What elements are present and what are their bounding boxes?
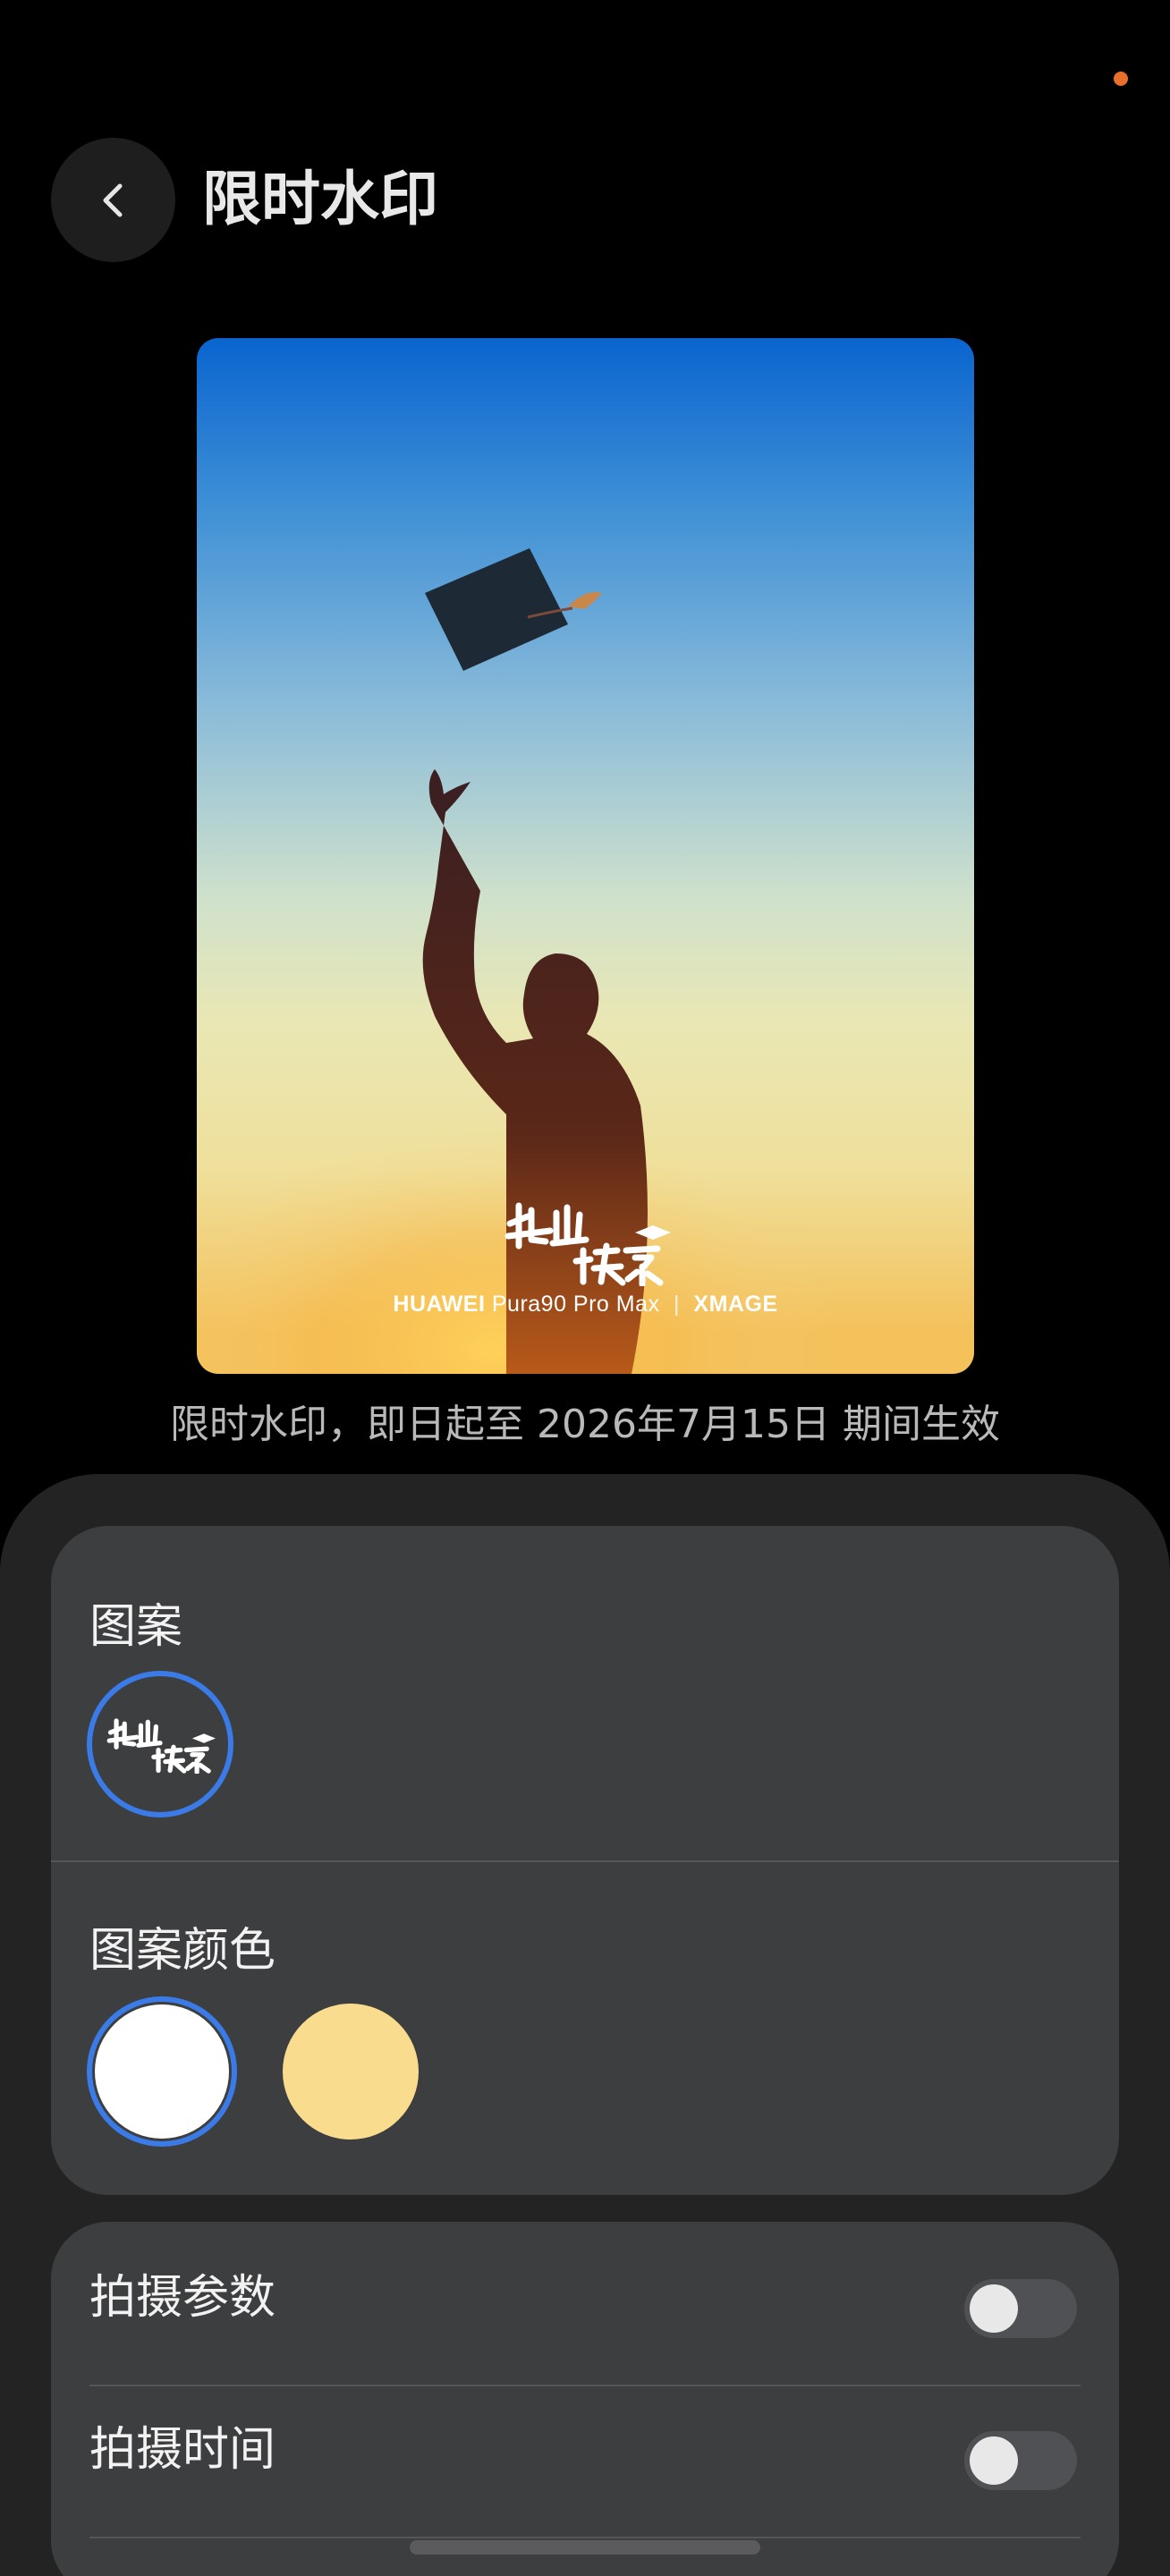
setting-label-shooting-time: 拍摄时间: [89, 2423, 276, 2477]
watermark-preview-image: HUAWEI Pura90 Pro Max | XMAGE: [197, 338, 974, 1374]
graduation-pattern-icon: [106, 1718, 216, 1774]
pattern-section-label: 图案: [89, 1600, 183, 1654]
status-indicator-dot: [1114, 72, 1128, 86]
color-option-white[interactable]: [87, 1996, 237, 2147]
color-swatch-white: [95, 2004, 229, 2139]
color-section-label: 图案颜色: [89, 1924, 276, 1978]
home-indicator-bar[interactable]: [410, 2540, 760, 2555]
chevron-left-icon: [103, 183, 122, 216]
page-title: 限时水印: [202, 165, 438, 233]
color-option-yellow[interactable]: [283, 2004, 419, 2140]
setting-row-shooting-params[interactable]: 拍摄参数: [51, 2222, 1119, 2374]
setting-row-shooting-time[interactable]: 拍摄时间: [51, 2386, 1119, 2538]
watermark-settings-screen: 限时水印 HUAWEI Pura90 Pro Max | XMAGE 限时水印，…: [0, 0, 1170, 2576]
toggle-knob: [970, 2284, 1018, 2333]
caption-xmage: XMAGE: [693, 1292, 778, 1317]
settings-row-divider-bottom: [89, 2537, 1081, 2538]
pattern-option-inner: [98, 1682, 223, 1807]
watermark-logo: [197, 1197, 974, 1290]
caption-brand: HUAWEI: [393, 1292, 486, 1317]
setting-label-shooting-params: 拍摄参数: [89, 2271, 276, 2325]
shooting-time-toggle[interactable]: [964, 2431, 1077, 2490]
caption-separator: |: [673, 1292, 680, 1317]
pattern-card: 图案 图案颜色: [51, 1526, 1119, 2195]
back-button[interactable]: [51, 138, 175, 262]
pattern-option-graduation[interactable]: [87, 1671, 233, 1818]
pattern-card-divider: [51, 1860, 1119, 1862]
caption-model: Pura90 Pro Max: [491, 1292, 660, 1317]
shooting-info-card: 拍摄参数 拍摄时间: [51, 2222, 1119, 2576]
watermark-caption: HUAWEI Pura90 Pro Max | XMAGE: [197, 1292, 974, 1318]
graduation-cap-shape: [425, 548, 602, 671]
shooting-params-toggle[interactable]: [964, 2279, 1077, 2338]
toggle-knob: [970, 2436, 1018, 2485]
graduation-logo-art: [504, 1202, 671, 1288]
validity-notice: 限时水印，即日起至 2026年7月15日 期间生效: [170, 1402, 1000, 1447]
